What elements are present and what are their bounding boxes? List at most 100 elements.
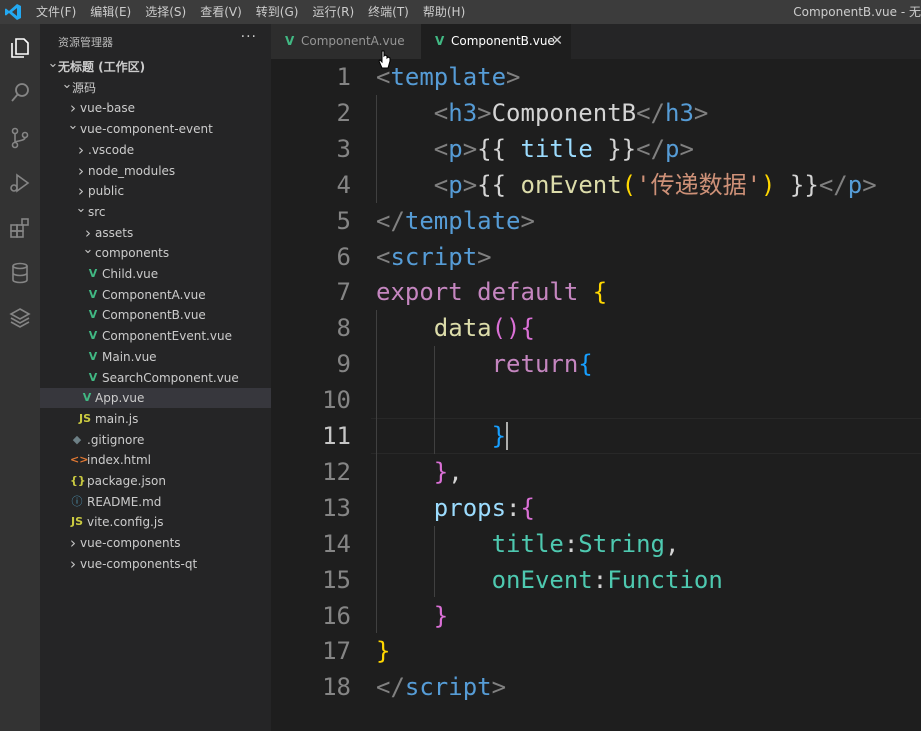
menu-item[interactable]: 转到(G) [256, 0, 299, 24]
code-line[interactable]: 1 <template> [271, 59, 921, 95]
tree-item[interactable]: › vue-components-qt [40, 554, 271, 574]
code-line[interactable]: 4 <p>{{ onEvent('传递数据') }}</p> [271, 167, 921, 203]
menu-item[interactable]: 帮助(H) [423, 0, 465, 24]
tree-item[interactable]: › vue-base [40, 98, 271, 118]
chevron-right-icon: › [78, 161, 84, 180]
code-line[interactable]: 8 data(){ [271, 310, 921, 346]
tree-item[interactable]: ⌄ vue-component-event [40, 119, 271, 139]
source-control-icon[interactable] [4, 122, 36, 154]
js-file-icon: JS [70, 515, 83, 529]
menu-item[interactable]: 编辑(E) [90, 0, 131, 24]
code-text: </template> [376, 206, 535, 235]
code-text: <p>{{ title }}</p> [433, 134, 694, 163]
chevron-right-icon: › [70, 554, 76, 573]
vue-file-icon: V [82, 391, 92, 405]
line-number: 7 [336, 278, 351, 307]
tree-item-label: ComponentA.vue [102, 287, 206, 302]
tree-item[interactable]: {} package.json [40, 471, 271, 491]
tree-item[interactable]: › public [40, 181, 271, 201]
chevron-right-icon: › [70, 99, 76, 118]
tree-item[interactable]: JS main.js [40, 409, 271, 429]
chevron-right-icon: › [85, 223, 91, 242]
tree-item-label: components [95, 246, 170, 261]
tree-item[interactable]: V ComponentB.vue [40, 305, 271, 325]
database-icon[interactable] [4, 257, 36, 289]
line-number: 5 [336, 206, 351, 235]
line-number: 18 [322, 673, 351, 702]
line-number: 13 [322, 493, 351, 522]
extensions-icon[interactable] [4, 212, 36, 244]
code-line[interactable]: 14 title:String, [271, 526, 921, 562]
menu-item[interactable]: 运行(R) [312, 0, 354, 24]
tree-item[interactable]: ⓘ README.md [40, 492, 271, 512]
line-number: 16 [322, 601, 351, 630]
layers-icon[interactable] [4, 302, 36, 334]
menu-item[interactable]: 终端(T) [368, 0, 409, 24]
code-line[interactable]: 9 return{ [271, 346, 921, 382]
tree-item-label: vue-component-event [80, 122, 213, 137]
tree-item[interactable]: ⌄ 无标题 (工作区) [40, 57, 271, 77]
code-line[interactable]: 16 } [271, 598, 921, 634]
line-number: 11 [322, 422, 351, 450]
tab-componentb[interactable]: V ComponentB.vue ✕ [421, 24, 571, 59]
search-icon[interactable] [4, 77, 36, 109]
explorer-icon[interactable] [4, 32, 36, 64]
code-line[interactable]: 18 </script> [271, 669, 921, 705]
tree-item[interactable]: › node_modules [40, 161, 271, 181]
tree-item[interactable]: V App.vue [40, 388, 271, 409]
tree-item-label: main.js [95, 411, 139, 426]
code-line[interactable]: 10 [271, 382, 921, 418]
text-cursor [506, 422, 508, 450]
code-line[interactable]: 15 onEvent:Function [271, 562, 921, 598]
tree-item-label: package.json [87, 474, 167, 488]
code-editor[interactable]: 1 <template> 2 <h3>ComponentB</h3> 3 <p>{{ … [271, 59, 921, 731]
tree-item-label: 源码 [72, 80, 97, 95]
tree-item[interactable]: V Main.vue [40, 347, 271, 367]
code-line[interactable]: 7 export default { [271, 274, 921, 310]
code-line[interactable]: 13 props:{ [271, 490, 921, 526]
tree-item[interactable]: V ComponentEvent.vue [40, 326, 271, 346]
tree-item[interactable]: V Child.vue [40, 264, 271, 284]
run-debug-icon[interactable] [4, 167, 36, 199]
vue-file-icon: V [88, 267, 98, 280]
line-number: 6 [336, 242, 351, 271]
tree-item[interactable]: JS vite.config.js [40, 512, 271, 532]
menu-item[interactable]: 查看(V) [200, 0, 242, 24]
code-line[interactable]: 2 <h3>ComponentB</h3> [271, 95, 921, 131]
tree-item[interactable]: › assets [40, 223, 271, 243]
tree-item-label: Child.vue [102, 267, 159, 281]
line-number: 10 [322, 386, 351, 415]
tree-item[interactable]: V ComponentA.vue [40, 285, 271, 305]
code-line[interactable]: 5 </template> [271, 203, 921, 239]
tree-item-label: 无标题 (工作区) [58, 60, 146, 74]
close-tab-icon[interactable]: ✕ [551, 24, 563, 59]
tree-item[interactable]: <> index.html [40, 450, 271, 470]
vue-file-icon: V [285, 34, 295, 48]
tree-item[interactable]: ⌄ 源码 [40, 77, 271, 98]
code-line[interactable]: 3 <p>{{ title }}</p> [271, 131, 921, 167]
tree-item[interactable]: ⌄ components [40, 243, 271, 263]
tree-item[interactable]: V SearchComponent.vue [40, 368, 271, 388]
code-line[interactable]: 6 <script> [271, 239, 921, 275]
code-line[interactable]: 17} [271, 633, 921, 669]
tree-item-label: Main.vue [102, 349, 157, 364]
menu-item[interactable]: 选择(S) [145, 0, 186, 24]
code-line[interactable]: 12 }, [271, 454, 921, 490]
code-text: data(){ [433, 314, 535, 343]
menu-item[interactable]: 文件(F) [36, 0, 76, 24]
tree-item-label: vue-components-qt [80, 556, 198, 571]
more-actions-icon[interactable]: ··· [241, 29, 257, 45]
editor-tabs: V ComponentA.vue V ComponentB.vue ✕ [271, 24, 921, 59]
tree-item[interactable]: › .vscode [40, 140, 271, 160]
code-text: </script> [376, 673, 507, 702]
code-text: props:{ [433, 493, 535, 522]
code-line[interactable]: 11 } [271, 418, 921, 454]
tree-item[interactable]: ⌄ src [40, 201, 271, 222]
tree-item[interactable]: ◆ .gitignore [40, 430, 271, 450]
line-number: 2 [336, 98, 351, 127]
tree-item-label: README.md [87, 494, 162, 509]
tab-componenta[interactable]: V ComponentA.vue [271, 24, 421, 59]
tree-item-label: SearchComponent.vue [102, 370, 239, 385]
title-bar: 文件(F) 编辑(E) 选择(S) 查看(V) 转到(G) 运行(R) 终端(T) 帮助(H)… [0, 0, 921, 24]
tree-item[interactable]: › vue-components [40, 533, 271, 553]
